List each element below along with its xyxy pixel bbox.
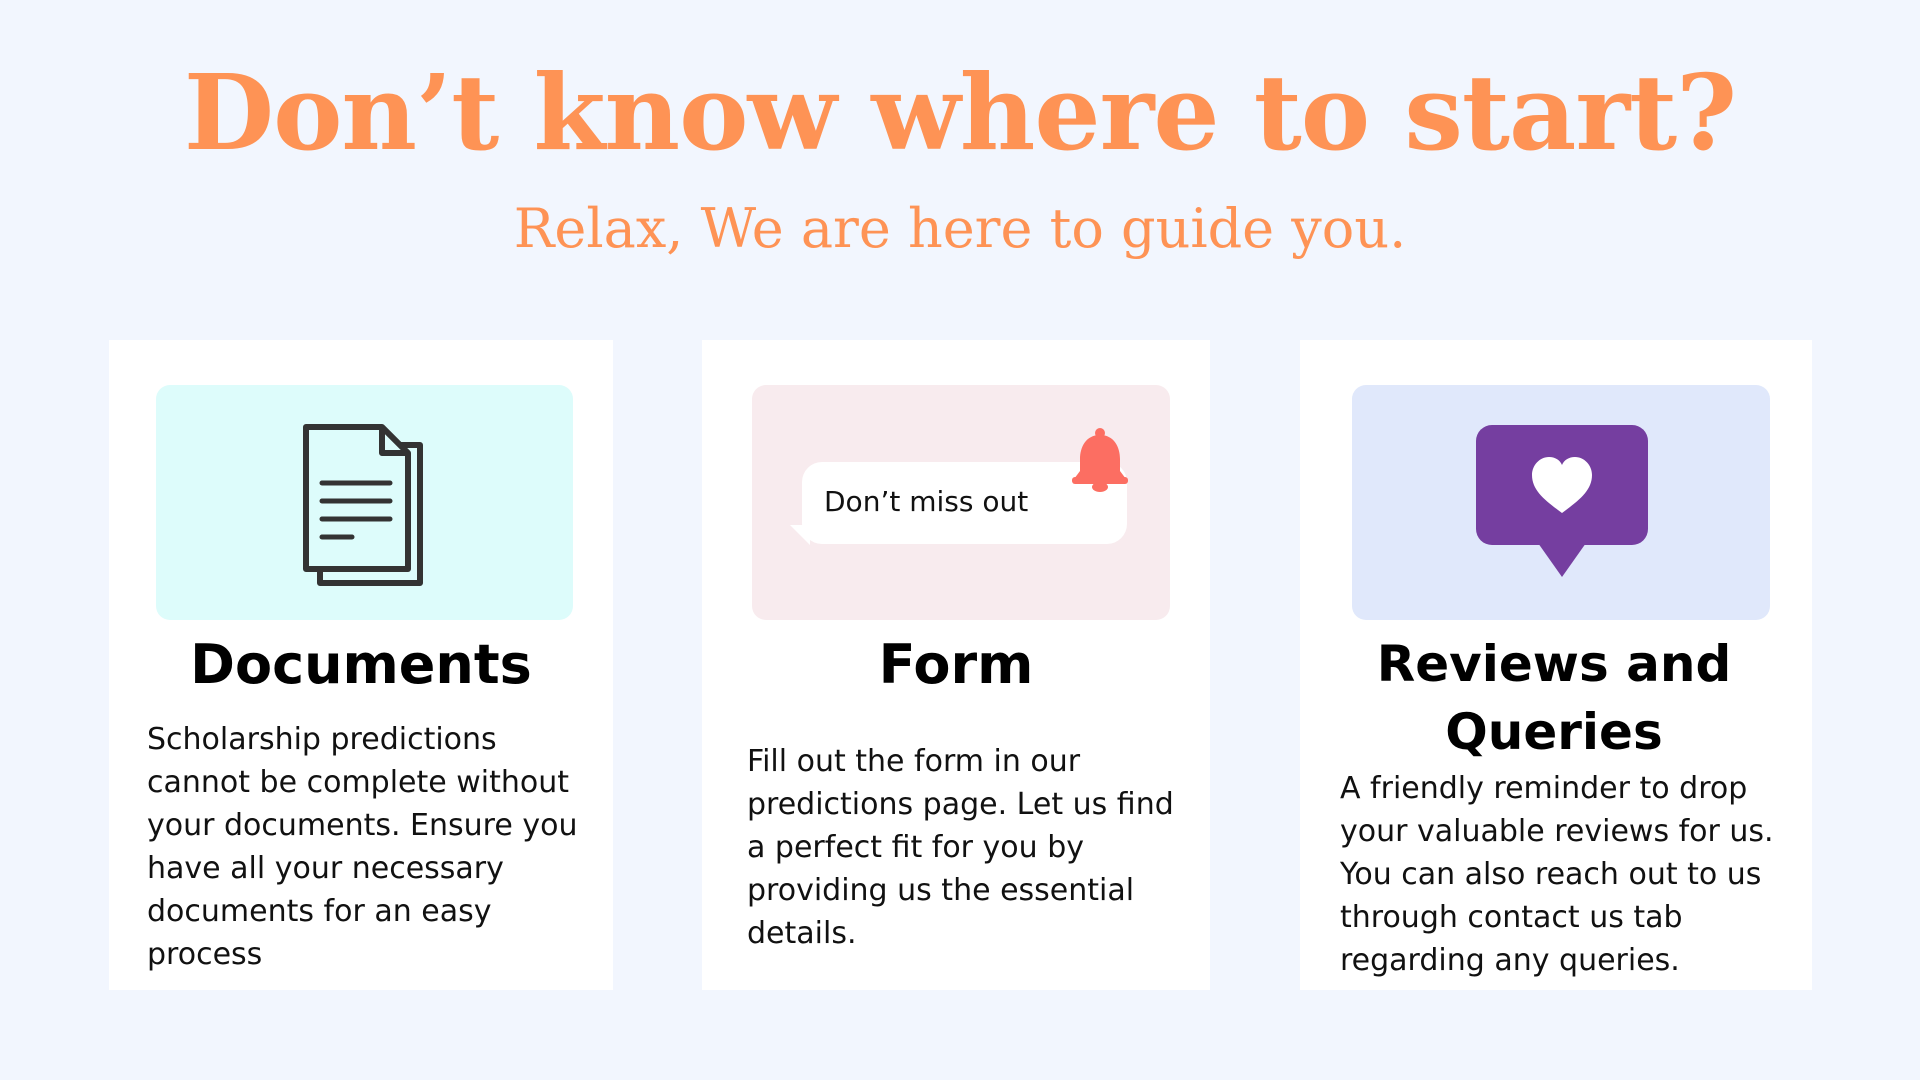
card-description: Scholarship predictions cannot be comple… — [147, 722, 578, 972]
documents-illustration — [156, 385, 573, 620]
heart-message-icon — [1476, 425, 1648, 577]
notification-text: Don’t miss out — [824, 485, 1029, 518]
page-subtitle: Relax, We are here to guide you. — [513, 197, 1407, 260]
card-title: Form — [878, 633, 1034, 696]
page-title: Don’t know where to start? — [183, 51, 1737, 174]
reviews-illustration — [1352, 385, 1770, 620]
card-description: Fill out the form in our predictions pag… — [747, 744, 1174, 951]
card-title: Reviews and Queries — [1376, 635, 1732, 761]
form-illustration: Don’t miss out — [752, 385, 1170, 620]
bell-icon — [1072, 428, 1128, 492]
card-documents: Documents Scholarship predictions cannot… — [109, 340, 613, 990]
card-form: Don’t miss out Form Fill out the form in… — [702, 340, 1210, 990]
card-title: Documents — [190, 633, 532, 696]
document-icon — [303, 424, 423, 586]
card-description: A friendly reminder to drop your valuabl… — [1340, 771, 1774, 978]
card-reviews-queries: Reviews and Queries A friendly reminder … — [1300, 340, 1812, 990]
